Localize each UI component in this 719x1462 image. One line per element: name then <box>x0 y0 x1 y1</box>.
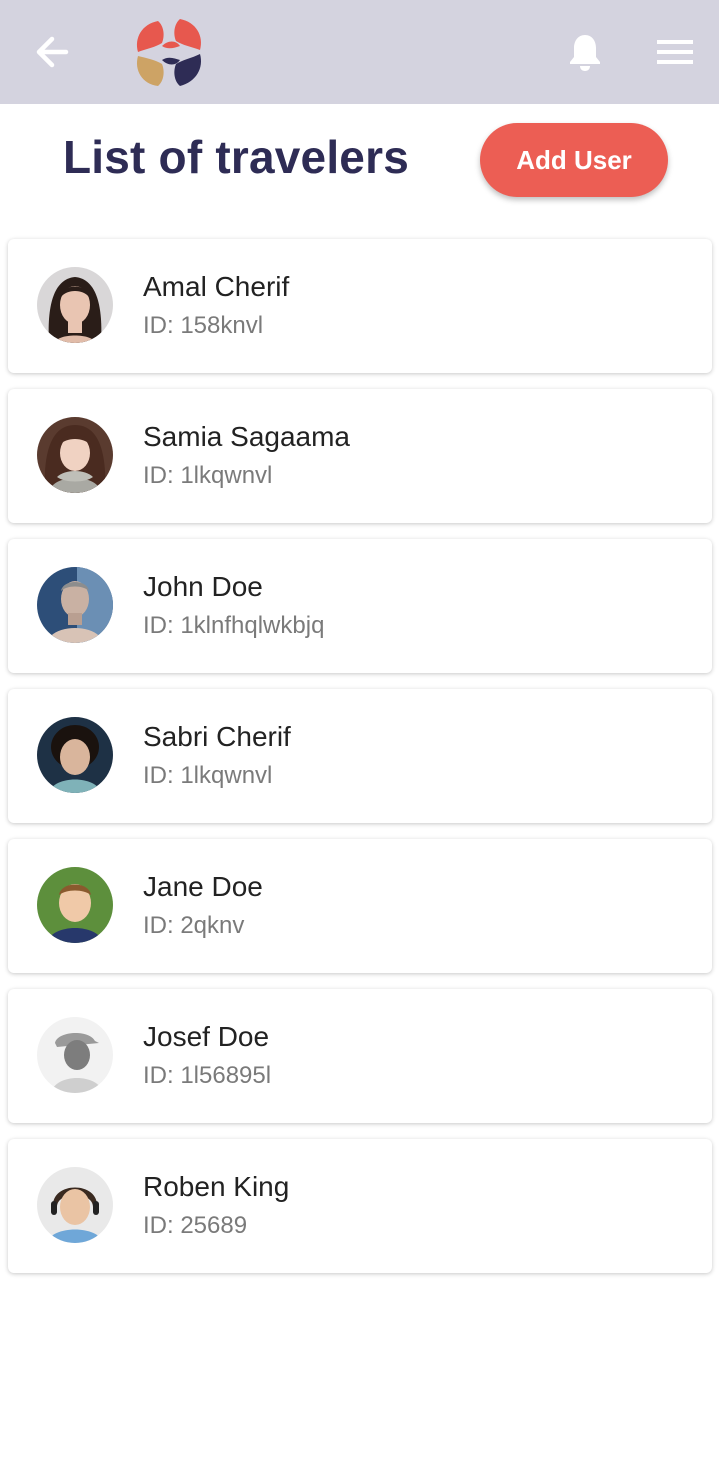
avatar <box>37 717 113 793</box>
page-title: List of travelers <box>63 131 409 183</box>
traveler-id: ID: 1lkqwnvl <box>143 462 273 489</box>
bell-icon <box>570 35 600 71</box>
avatar <box>37 867 113 943</box>
app-bar <box>0 0 719 104</box>
brand-logo <box>132 16 206 88</box>
traveler-id: ID: 1klnfhqlwkbjq <box>143 612 325 639</box>
traveler-name: Roben King <box>143 1171 290 1202</box>
traveler-name: Amal Cherif <box>143 271 290 302</box>
avatar <box>37 1017 113 1093</box>
avatar <box>37 267 113 343</box>
hamburger-menu-icon <box>657 40 693 64</box>
traveler-card[interactable]: Jane Doe ID: 2qknv <box>8 839 712 973</box>
traveler-card[interactable]: Roben King ID: 25689 <box>8 1139 712 1273</box>
traveler-name: Samia Sagaama <box>143 421 351 452</box>
menu-button[interactable] <box>655 36 695 68</box>
traveler-card[interactable]: Josef Doe ID: 1l56895l <box>8 989 712 1123</box>
traveler-id: ID: 2qknv <box>143 912 245 939</box>
traveler-name: Josef Doe <box>143 1021 270 1052</box>
add-user-button[interactable]: Add User <box>480 123 668 197</box>
back-button[interactable] <box>32 34 72 70</box>
traveler-name: John Doe <box>143 571 263 602</box>
traveler-id: ID: 25689 <box>143 1212 248 1239</box>
traveler-card[interactable]: John Doe ID: 1klnfhqlwkbjq <box>8 539 712 673</box>
avatar <box>37 417 113 493</box>
traveler-id: ID: 158knvl <box>143 312 264 339</box>
traveler-card[interactable]: Samia Sagaama ID: 1lkqwnvl <box>8 389 712 523</box>
traveler-name: Sabri Cherif <box>143 721 291 752</box>
arrow-left-icon <box>36 36 69 68</box>
traveler-id: ID: 1l56895l <box>143 1062 272 1089</box>
notifications-button[interactable] <box>566 32 604 72</box>
traveler-card[interactable]: Sabri Cherif ID: 1lkqwnvl <box>8 689 712 823</box>
traveler-name: Jane Doe <box>143 871 263 902</box>
avatar <box>37 567 113 643</box>
traveler-list: Amal Cherif ID: 158knvl Samia Sagaama ID… <box>8 239 712 1289</box>
avatar <box>37 1167 113 1243</box>
traveler-id: ID: 1lkqwnvl <box>143 762 273 789</box>
traveler-card[interactable]: Amal Cherif ID: 158knvl <box>8 239 712 373</box>
